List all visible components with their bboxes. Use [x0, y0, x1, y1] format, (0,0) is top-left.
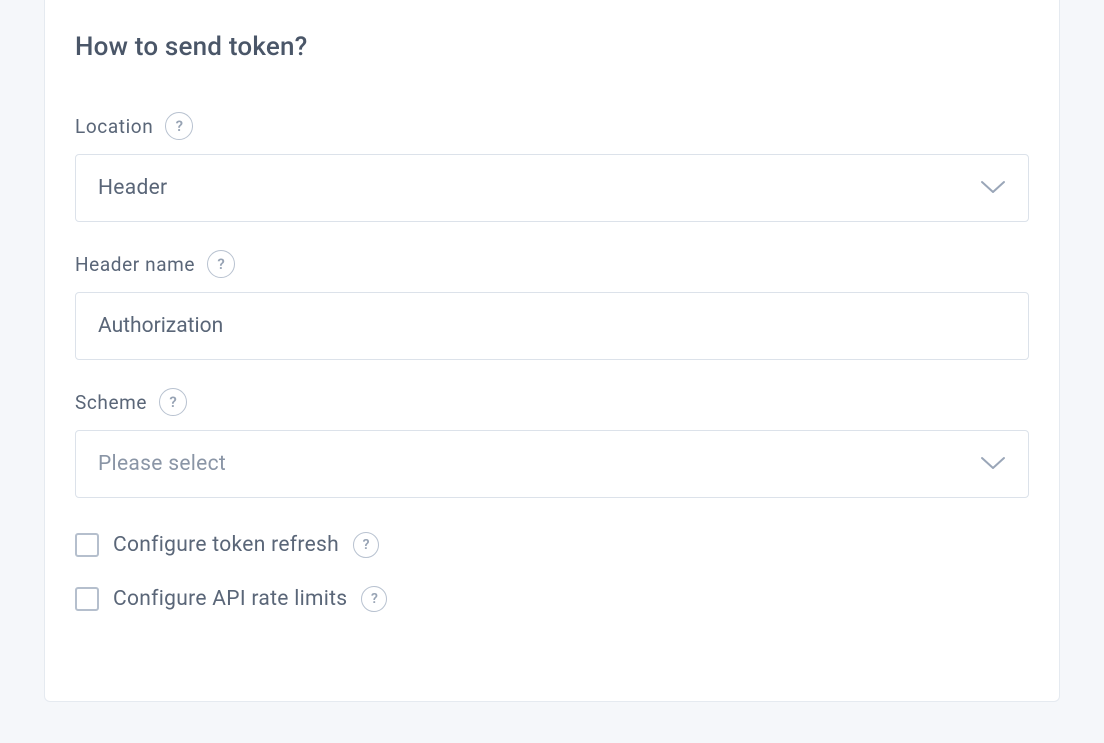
- token-refresh-label: Configure token refresh: [113, 533, 339, 557]
- scheme-label-row: Scheme ?: [75, 388, 1029, 416]
- header-name-field-group: Header name ?: [75, 250, 1029, 360]
- rate-limits-checkbox[interactable]: [75, 587, 99, 611]
- chevron-down-icon: [980, 176, 1006, 200]
- help-icon[interactable]: ?: [207, 250, 235, 278]
- help-icon[interactable]: ?: [353, 532, 379, 558]
- help-icon[interactable]: ?: [165, 112, 193, 140]
- scheme-label: Scheme: [75, 391, 147, 414]
- rate-limits-label: Configure API rate limits: [113, 587, 347, 611]
- chevron-down-icon: [980, 452, 1006, 476]
- scheme-select-placeholder: Please select: [98, 452, 1006, 476]
- scheme-field-group: Scheme ? Please select: [75, 388, 1029, 498]
- rate-limits-row: Configure API rate limits ?: [75, 586, 1029, 612]
- location-label: Location: [75, 115, 153, 138]
- token-config-card: How to send token? Location ? Header Hea…: [44, 0, 1060, 702]
- scheme-select[interactable]: Please select: [75, 430, 1029, 498]
- location-select[interactable]: Header: [75, 154, 1029, 222]
- help-icon[interactable]: ?: [361, 586, 387, 612]
- help-icon[interactable]: ?: [159, 388, 187, 416]
- location-label-row: Location ?: [75, 112, 1029, 140]
- section-title: How to send token?: [75, 32, 1029, 62]
- header-name-label-row: Header name ?: [75, 250, 1029, 278]
- location-select-value: Header: [98, 176, 1006, 200]
- token-refresh-row: Configure token refresh ?: [75, 532, 1029, 558]
- location-field-group: Location ? Header: [75, 112, 1029, 222]
- header-name-input[interactable]: [75, 292, 1029, 360]
- token-refresh-checkbox[interactable]: [75, 533, 99, 557]
- header-name-label: Header name: [75, 253, 195, 276]
